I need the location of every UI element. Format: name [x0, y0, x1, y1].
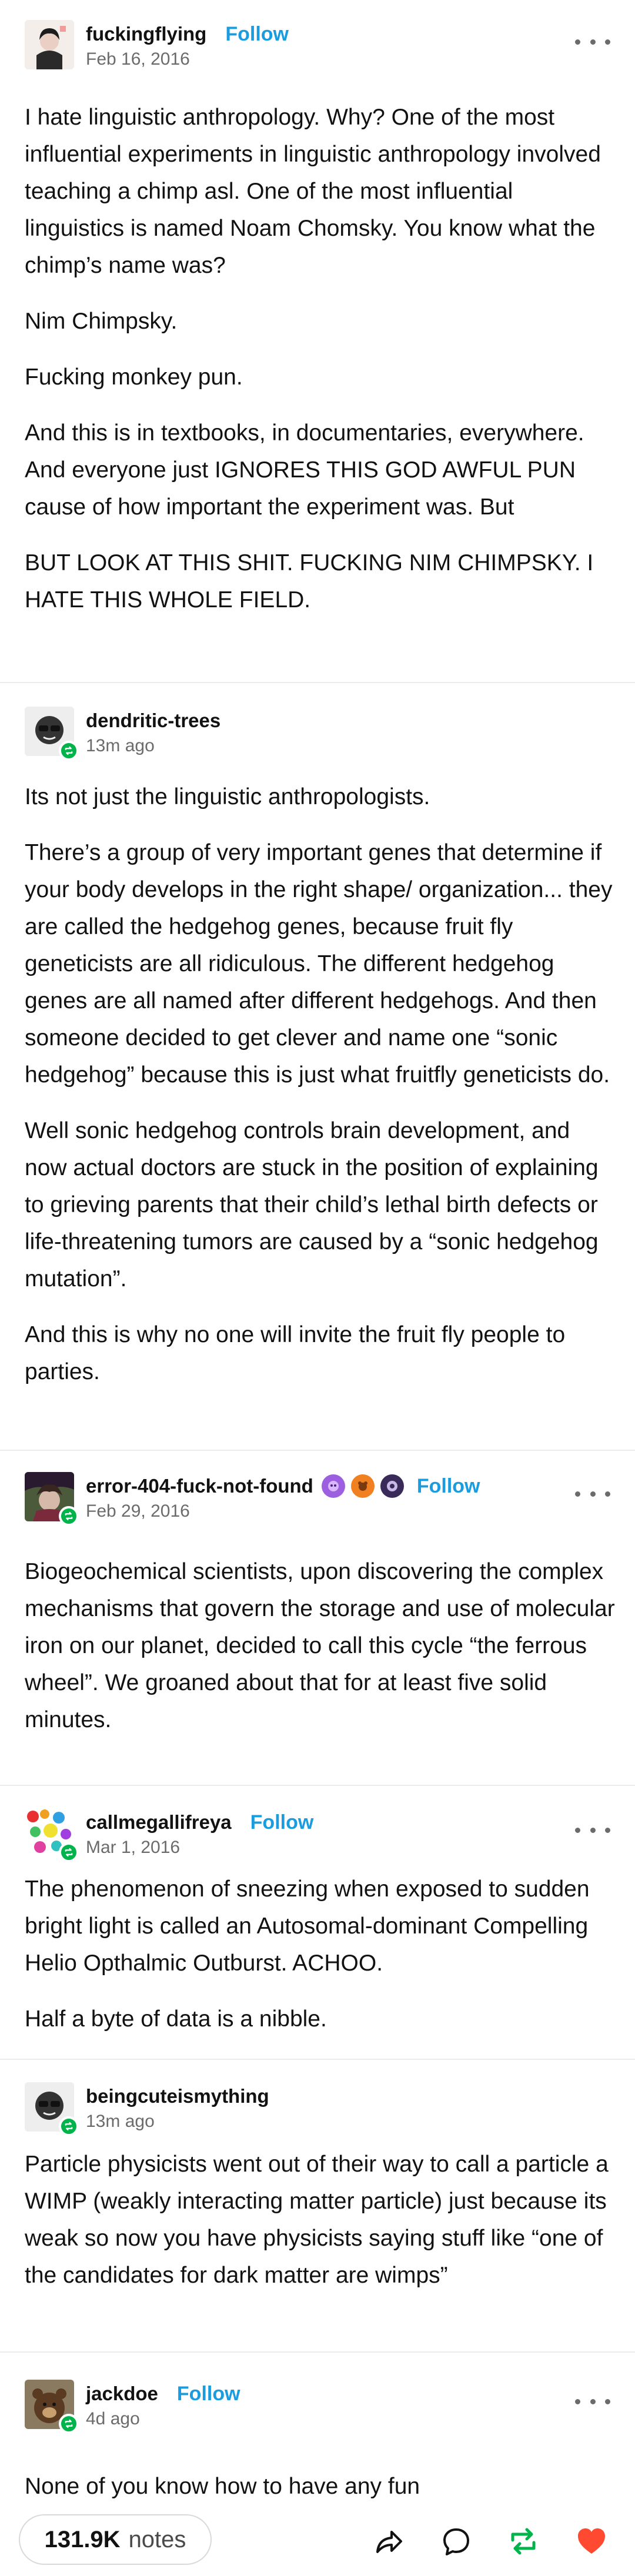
- reblog-icon[interactable]: [507, 2525, 540, 2558]
- reblog-badge-icon: [59, 2116, 79, 2136]
- follow-button[interactable]: Follow: [225, 23, 289, 46]
- badge-orange-icon[interactable]: [350, 1474, 375, 1498]
- more-options-icon[interactable]: [575, 2393, 610, 2410]
- post-meta: fuckingflying Follow Feb 16, 2016: [86, 20, 289, 69]
- post-date[interactable]: 13m ago: [86, 2112, 269, 2132]
- post-3: error-404-fuck-not-found Follow Feb 29, …: [0, 1451, 635, 1786]
- avatar[interactable]: [25, 20, 74, 69]
- reblog-badge-icon: [59, 2414, 79, 2434]
- post-meta: jackdoe Follow 4d ago: [86, 2380, 240, 2429]
- post-body: Particle physicists went out of their wa…: [25, 2146, 617, 2294]
- badge-purple-icon[interactable]: [321, 1474, 345, 1498]
- post-header: fuckingflying Follow Feb 16, 2016: [25, 20, 610, 75]
- post-date[interactable]: Mar 1, 2016: [86, 1838, 313, 1858]
- post-header: error-404-fuck-not-found Follow Feb 29, …: [25, 1472, 610, 1527]
- paragraph: There’s a group of very important genes …: [25, 840, 613, 1088]
- post-body: None of you know how to have any fun: [25, 2468, 617, 2505]
- post-body: Its not just the linguistic anthropologi…: [25, 778, 617, 1390]
- more-options-icon[interactable]: [575, 1821, 610, 1839]
- post-body: I hate linguistic anthropology. Why? One…: [25, 99, 617, 618]
- username[interactable]: jackdoe: [86, 2383, 158, 2405]
- post-meta: error-404-fuck-not-found Follow Feb 29, …: [86, 1472, 480, 1521]
- post-date[interactable]: Feb 16, 2016: [86, 49, 289, 69]
- share-icon[interactable]: [372, 2525, 405, 2558]
- username[interactable]: error-404-fuck-not-found: [86, 1475, 313, 1497]
- username[interactable]: dendritic-trees: [86, 710, 220, 732]
- post-5: beingcuteismything 13m ago Particle phys…: [0, 2060, 635, 2353]
- paragraph: BUT LOOK AT THIS SHIT. FUCKING NIM CHIMP…: [25, 550, 594, 613]
- post-2: dendritic-trees 13m ago Its not just the…: [0, 683, 635, 1451]
- follow-button[interactable]: Follow: [250, 1811, 314, 1834]
- post-4: callmegallifreya Follow Mar 1, 2016 The …: [0, 1786, 635, 2060]
- username[interactable]: callmegallifreya: [86, 1811, 232, 1834]
- user-badges: [321, 1474, 404, 1498]
- follow-button[interactable]: Follow: [417, 1475, 480, 1498]
- post-6: jackdoe Follow 4d ago None of you know h…: [0, 2353, 635, 2507]
- paragraph: Particle physicists went out of their wa…: [25, 2152, 609, 2288]
- username[interactable]: fuckingflying: [86, 23, 206, 45]
- username[interactable]: beingcuteismything: [86, 2085, 269, 2107]
- post-header: jackdoe Follow 4d ago: [25, 2380, 610, 2435]
- paragraph: Half a byte of data is a nibble.: [25, 2006, 327, 2032]
- notes-button[interactable]: 131.9K notes: [19, 2514, 212, 2565]
- notes-label: notes: [128, 2526, 186, 2552]
- post-header: beingcuteismything 13m ago: [25, 2082, 610, 2137]
- paragraph: Its not just the linguistic anthropologi…: [25, 784, 430, 809]
- post-date[interactable]: 13m ago: [86, 736, 220, 756]
- paragraph: None of you know how to have any fun: [25, 2474, 420, 2499]
- badge-dark-icon[interactable]: [380, 1474, 404, 1498]
- post-date[interactable]: Feb 29, 2016: [86, 1501, 480, 1521]
- post-footer: 131.9K notes: [0, 2507, 635, 2576]
- notes-count: 131.9K: [44, 2526, 121, 2552]
- post-body: The phenomenon of sneezing when exposed …: [25, 1871, 617, 2038]
- post-date[interactable]: 4d ago: [86, 2409, 240, 2429]
- post-1: fuckingflying Follow Feb 16, 2016 I hate…: [0, 0, 635, 683]
- post-meta: callmegallifreya Follow Mar 1, 2016: [86, 1808, 313, 1858]
- paragraph: Nim Chimpsky.: [25, 309, 178, 334]
- more-options-icon[interactable]: [575, 1485, 610, 1503]
- paragraph: I hate linguistic anthropology. Why? One…: [25, 105, 601, 278]
- reblog-badge-icon: [59, 1842, 79, 1862]
- like-icon[interactable]: [575, 2525, 608, 2558]
- post-body: Biogeochemical scientists, upon discover…: [25, 1553, 617, 1738]
- reblog-badge-icon: [59, 1506, 79, 1526]
- paragraph: Fucking monkey pun.: [25, 364, 243, 390]
- post-header: callmegallifreya Follow Mar 1, 2016: [25, 1808, 610, 1864]
- follow-button[interactable]: Follow: [177, 2383, 240, 2406]
- paragraph: And this is in textbooks, in documentari…: [25, 420, 584, 520]
- post-header: dendritic-trees 13m ago: [25, 707, 610, 762]
- paragraph: And this is why no one will invite the f…: [25, 1322, 566, 1384]
- post-meta: beingcuteismything 13m ago: [86, 2082, 269, 2132]
- paragraph: The phenomenon of sneezing when exposed …: [25, 1876, 590, 1976]
- more-options-icon[interactable]: [575, 33, 610, 51]
- paragraph: Well sonic hedgehog controls brain devel…: [25, 1118, 599, 1292]
- reblog-badge-icon: [59, 741, 79, 761]
- paragraph: Biogeochemical scientists, upon discover…: [25, 1559, 615, 1732]
- post-meta: dendritic-trees 13m ago: [86, 707, 220, 756]
- reply-icon[interactable]: [440, 2525, 473, 2558]
